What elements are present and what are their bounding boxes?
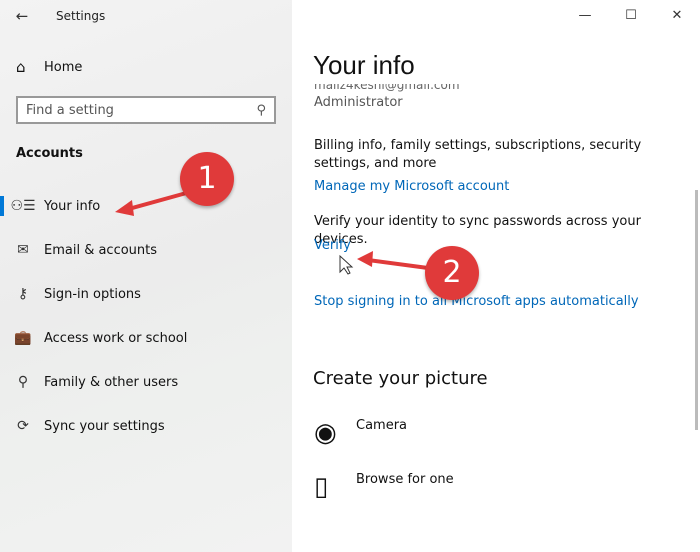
mouse-cursor-icon (339, 254, 354, 275)
annotation-arrows (115, 190, 429, 275)
annotation-badge-1: 1 (180, 152, 234, 206)
annotation-badge-2: 2 (425, 246, 479, 300)
arrow-1 (124, 190, 191, 212)
arrow-2-head (357, 251, 373, 267)
arrow-2 (367, 258, 429, 270)
arrow-1-head (115, 200, 134, 216)
